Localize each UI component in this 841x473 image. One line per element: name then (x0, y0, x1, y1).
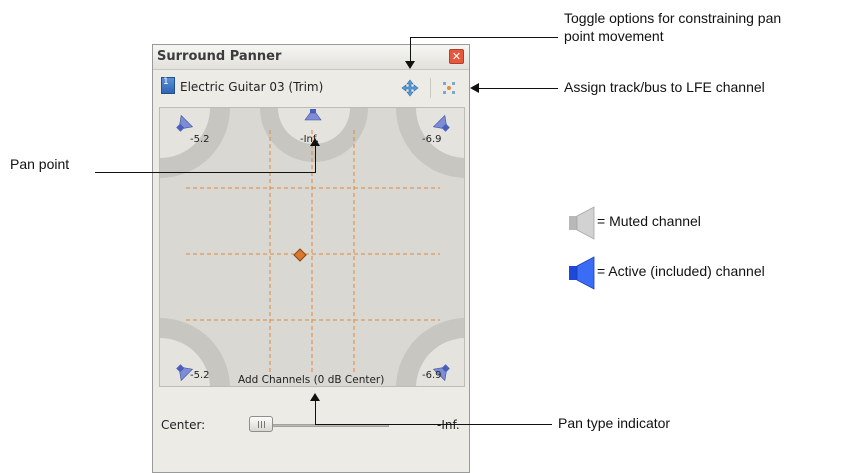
arrow-icon (310, 138, 320, 146)
speaker-level-bottom-right: -6.9 (422, 370, 442, 381)
arrow-icon (310, 393, 320, 401)
lfe-icon[interactable] (442, 80, 456, 94)
callout-line (315, 400, 316, 425)
move-constrain-icon[interactable] (401, 79, 419, 97)
window-title: Surround Panner (157, 49, 282, 64)
panner-field[interactable]: -5.2 -Inf. -6.9 -5.2 -6.9 Add Channels (… (159, 107, 465, 387)
callout-lfe: Assign track/bus to LFE channel (564, 79, 765, 95)
callout-line (410, 37, 411, 63)
legend-active: = Active (included) channel (597, 263, 765, 279)
speaker-level-bottom-left: -5.2 (190, 370, 210, 381)
muted-speaker-icon (568, 206, 596, 244)
close-icon[interactable]: ✕ (449, 49, 464, 64)
callout-constrain-line1: Toggle options for constraining pan (564, 10, 782, 26)
track-row: 1 Electric Guitar 03 (Trim) (153, 73, 469, 101)
title-bar: Surround Panner ✕ (153, 45, 469, 70)
center-label: Center: (161, 418, 206, 432)
callout-pan-type: Pan type indicator (558, 415, 671, 431)
callout-line (95, 172, 315, 173)
arrow-icon (470, 83, 479, 93)
pan-type-indicator: Add Channels (0 dB Center) (238, 374, 385, 386)
callout-pan-point: Pan point (10, 156, 70, 172)
speaker-level-top-left: -5.2 (190, 134, 210, 145)
legend-muted: = Muted channel (597, 213, 701, 229)
callout-line (478, 88, 558, 89)
center-slider-thumb[interactable] (249, 416, 273, 432)
callout-constrain-line2: point movement (564, 28, 664, 44)
callout-line (315, 145, 316, 173)
track-name: Electric Guitar 03 (Trim) (180, 80, 324, 94)
callout-line (410, 37, 558, 38)
arrow-icon (405, 61, 415, 69)
toolbar-separator (430, 78, 431, 98)
active-speaker-icon (568, 256, 596, 294)
track-icon: 1 (161, 77, 175, 94)
surround-panner-window: Surround Panner ✕ 1 Electric Guitar 03 (… (152, 44, 470, 473)
callout-line (315, 424, 552, 425)
center-value: -Inf. (437, 418, 460, 432)
speaker-level-top-right: -6.9 (422, 134, 442, 145)
